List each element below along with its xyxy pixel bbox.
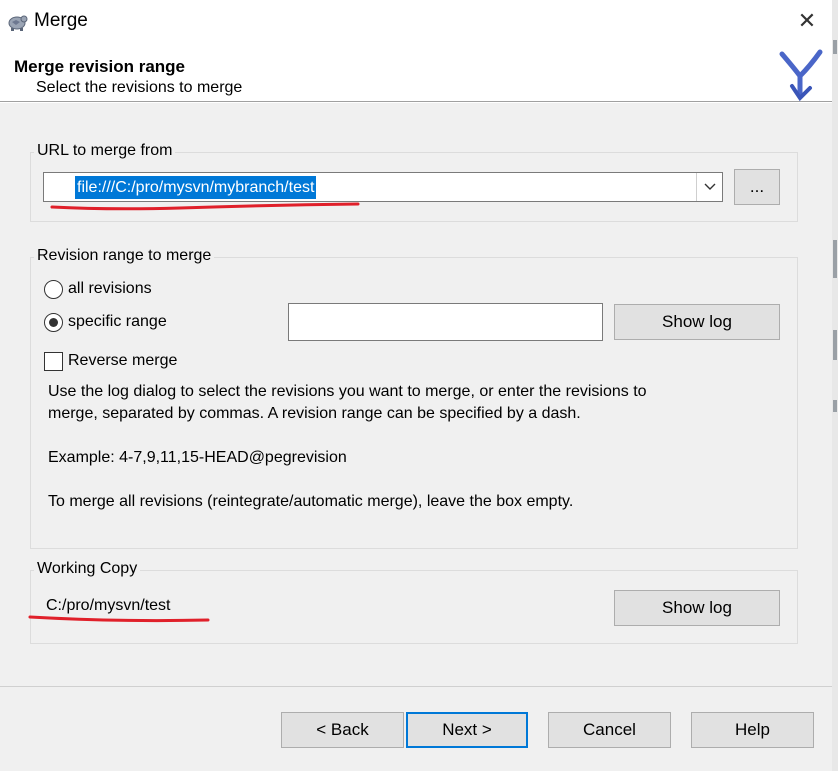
background-window-edge <box>832 0 838 771</box>
chevron-down-icon[interactable] <box>696 173 722 201</box>
background-mark <box>833 400 837 412</box>
background-mark <box>833 40 837 54</box>
radio-selected-dot <box>49 318 58 327</box>
tortoise-app-icon <box>6 10 28 32</box>
close-icon[interactable]: ✕ <box>792 6 822 36</box>
back-button[interactable]: < Back <box>281 712 404 748</box>
wizard-header: Merge revision range Select the revision… <box>0 42 832 102</box>
background-mark <box>833 240 837 278</box>
help-button[interactable]: Help <box>691 712 814 748</box>
revision-range-group-label: Revision range to merge <box>34 247 215 265</box>
window-title: Merge <box>34 10 88 31</box>
page-subtitle: Select the revisions to merge <box>36 79 243 96</box>
page-title: Merge revision range <box>14 57 186 76</box>
radio-specific-range[interactable] <box>44 313 63 332</box>
working-copy-group-label: Working Copy <box>34 560 141 578</box>
title-bar: Merge ✕ <box>0 0 832 42</box>
reverse-merge-label[interactable]: Reverse merge <box>68 352 177 370</box>
show-log-button-revisions[interactable]: Show log <box>614 304 780 340</box>
show-log-button-working-copy[interactable]: Show log <box>614 590 780 626</box>
example-text: Example: 4-7,9,11,15-HEAD@pegrevision <box>48 449 347 466</box>
annotation-underline-working-copy <box>28 615 210 623</box>
cancel-button[interactable]: Cancel <box>548 712 671 748</box>
annotation-underline-url <box>50 202 360 211</box>
radio-all-revisions[interactable] <box>44 280 63 299</box>
all-revisions-label[interactable]: all revisions <box>68 280 152 298</box>
specific-range-label[interactable]: specific range <box>68 313 167 331</box>
merge-dialog: Merge ✕ Merge revision range Select the … <box>0 0 832 771</box>
revision-range-input[interactable] <box>288 303 603 341</box>
browse-button[interactable]: ... <box>734 169 780 205</box>
url-group-label: URL to merge from <box>34 142 176 160</box>
empty-box-note: To merge all revisions (reintegrate/auto… <box>48 493 574 510</box>
background-mark <box>833 330 837 360</box>
next-button[interactable]: Next > <box>406 712 528 748</box>
tortoisesvn-merge-logo-icon <box>776 46 828 102</box>
help-text-line2: merge, separated by commas. A revision r… <box>48 405 581 422</box>
help-text-line1: Use the log dialog to select the revisio… <box>48 383 647 400</box>
reverse-merge-checkbox[interactable] <box>44 352 63 371</box>
